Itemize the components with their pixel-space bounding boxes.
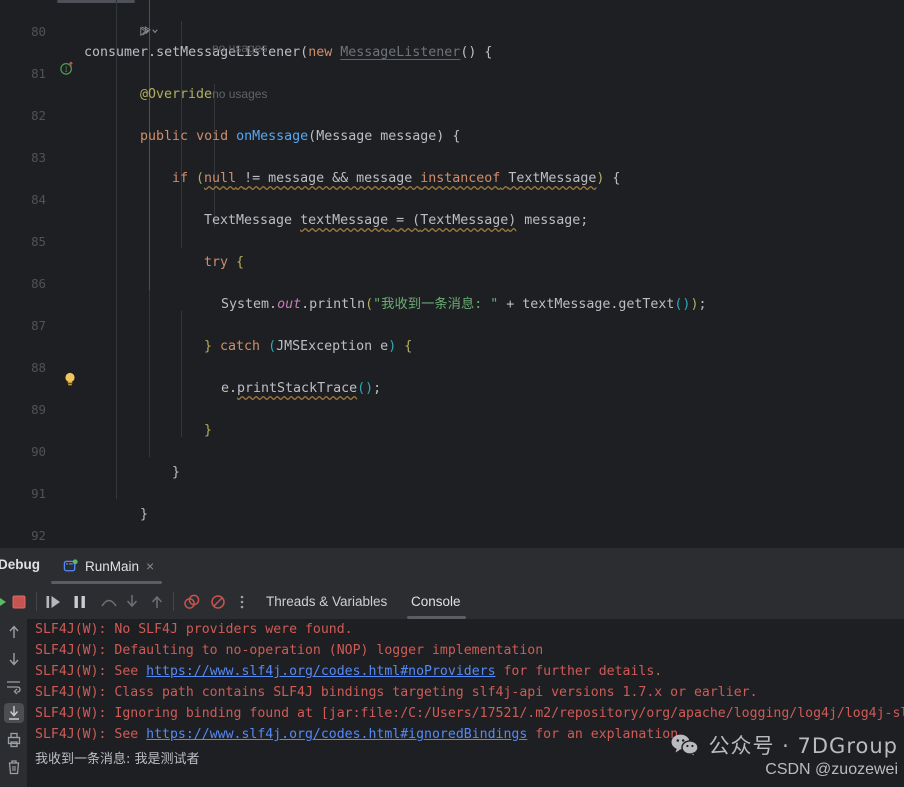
code-line[interactable]: 90 } <box>0 420 904 480</box>
code-line[interactable]: 88 e.printStackTrace(); <box>0 336 904 396</box>
code-line[interactable]: 92 }); <box>0 504 904 543</box>
line-number: 82 <box>31 108 46 123</box>
console-prefix: SLF4J(W): <box>35 622 115 637</box>
code-editor[interactable]: 80 consumer.setMessageListener(new Messa… <box>0 0 904 548</box>
console-text: No SLF4J providers were found. <box>114 622 353 637</box>
console-prefix: SLF4J(W): <box>35 706 115 721</box>
tab-runmain[interactable]: RunMain × <box>57 548 160 584</box>
console-program-output: 我收到一条消息: 我是测试者 <box>27 749 904 770</box>
console-prefix: SLF4J(W): <box>35 727 115 742</box>
resume-program-button[interactable] <box>43 592 63 612</box>
line-number: 80 <box>31 24 46 39</box>
console-prefix: SLF4J(W): <box>35 685 115 700</box>
implementing-method-icon[interactable]: I <box>60 61 74 75</box>
console-text: See <box>114 664 147 679</box>
debug-title: Debug <box>0 557 40 572</box>
inlay-hint-usages: no usages <box>212 41 268 55</box>
step-into-button[interactable] <box>122 592 142 612</box>
code-line[interactable]: 85 try { <box>0 210 904 270</box>
scroll-to-end-icon <box>9 706 19 720</box>
line-number: 86 <box>31 276 46 291</box>
line-number: 91 <box>31 486 46 501</box>
console-text: See <box>114 727 147 742</box>
line-number: 85 <box>31 234 46 249</box>
stop-button[interactable] <box>9 592 29 612</box>
print-icon[interactable] <box>4 730 24 750</box>
code-line[interactable]: 89 } <box>0 378 904 438</box>
line-number: 87 <box>31 318 46 333</box>
console-line: SLF4J(W): See https://www.slf4j.org/code… <box>27 724 904 745</box>
console-output[interactable]: SLF4J(W): No SLF4J providers were found.… <box>27 619 904 787</box>
pause-program-button[interactable] <box>70 592 90 612</box>
mute-breakpoints-button[interactable] <box>208 592 228 612</box>
console-prefix: SLF4J(W): <box>35 664 115 679</box>
toolbar-separator <box>36 592 37 611</box>
console-suffix: for an explanation. <box>527 727 687 742</box>
tab-label: RunMain <box>85 558 140 574</box>
console-text: Defaulting to no-operation (NOP) logger … <box>114 643 544 658</box>
line-number: 81 <box>31 66 46 81</box>
code-line[interactable]: 87 } catch (JMSException e) { <box>0 294 904 354</box>
code-line[interactable]: 83 if (null != message && message instan… <box>0 126 904 186</box>
debug-header: Debug RunMain × <box>0 548 904 584</box>
line-number: 89 <box>31 402 46 417</box>
code-line[interactable]: 81 @Overrideno usages <box>0 42 904 102</box>
code-line[interactable]: 84 TextMessage textMessage = (TextMessag… <box>0 168 904 228</box>
code-line[interactable]: 86 System.out.println("我收到一条消息: " + text… <box>0 252 904 312</box>
editor-lines: 80 consumer.setMessageListener(new Messa… <box>0 0 904 548</box>
lambda-collapse-icon[interactable] <box>138 25 160 38</box>
toolbar-separator <box>173 592 174 611</box>
view-breakpoints-button[interactable] <box>182 592 202 612</box>
line-number: 83 <box>31 150 46 165</box>
tab-threads-variables[interactable]: Threads & Variables <box>266 594 387 609</box>
tab-console[interactable]: Console <box>411 594 461 609</box>
console-line: SLF4J(W): Ignoring binding found at [jar… <box>27 703 904 724</box>
soft-wrap-icon[interactable] <box>4 676 24 696</box>
step-over-button[interactable] <box>99 592 119 612</box>
scroll-to-end-button[interactable] <box>4 703 24 723</box>
intention-bulb-icon[interactable] <box>63 371 77 387</box>
down-arrow-icon[interactable] <box>4 649 24 669</box>
program-output-text: 我收到一条消息: 我是测试者 <box>35 752 200 767</box>
console-text: Ignoring binding found at [jar:file:/C:/… <box>114 706 904 721</box>
up-arrow-icon[interactable] <box>4 622 24 642</box>
console-link[interactable]: https://www.slf4j.org/codes.html#noProvi… <box>146 664 495 679</box>
console-line: SLF4J(W): Defaulting to no-operation (NO… <box>27 640 904 661</box>
console-link[interactable]: https://www.slf4j.org/codes.html#ignored… <box>146 727 527 742</box>
run-configuration-icon <box>63 558 78 571</box>
line-number: 92 <box>31 528 46 543</box>
intellij-idea-window: 80 consumer.setMessageListener(new Messa… <box>0 0 904 787</box>
svg-text:I: I <box>65 66 68 74</box>
line-number: 88 <box>31 360 46 375</box>
console-line: SLF4J(W): See https://www.slf4j.org/code… <box>27 661 904 682</box>
code-line[interactable]: 91 } <box>0 462 904 522</box>
close-icon[interactable]: × <box>146 558 154 574</box>
console-prefix: SLF4J(W): <box>35 643 115 658</box>
line-number: 84 <box>31 192 46 207</box>
debug-toolbar: Threads & Variables Console <box>0 584 904 620</box>
more-options-button[interactable] <box>232 592 252 612</box>
trash-icon[interactable] <box>4 757 24 777</box>
code-line[interactable]: 82 public void onMessage(Message message… <box>0 84 904 144</box>
debug-tool-window: Debug RunMain × Threads & Variables Cons… <box>0 548 904 787</box>
console-suffix: for further details. <box>495 664 663 679</box>
line-number: 90 <box>31 444 46 459</box>
console-line: SLF4J(W): Class path contains SLF4J bind… <box>27 682 904 703</box>
code-line[interactable]: 80 consumer.setMessageListener(new Messa… <box>0 0 904 60</box>
step-out-button[interactable] <box>147 592 167 612</box>
console-text: Class path contains SLF4J bindings targe… <box>114 685 758 700</box>
console-sidebar <box>0 619 27 787</box>
console-line: SLF4J(W): No SLF4J providers were found. <box>27 619 904 640</box>
